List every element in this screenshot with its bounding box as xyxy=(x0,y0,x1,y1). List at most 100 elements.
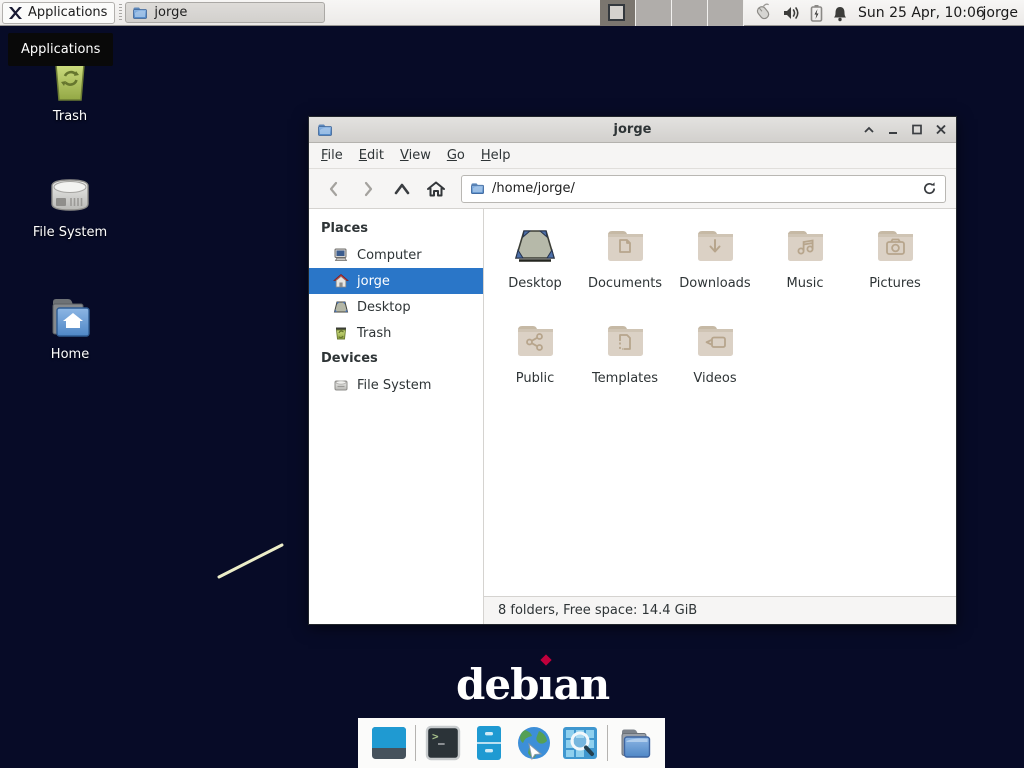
hard-drive-icon xyxy=(333,377,349,393)
applications-tooltip: Applications xyxy=(8,33,113,66)
workspace-window-preview xyxy=(608,4,625,21)
xorg-logo-icon xyxy=(7,5,23,21)
battery-icon[interactable] xyxy=(810,4,823,22)
web-browser-globe-icon xyxy=(515,724,553,762)
menu-help[interactable]: Help xyxy=(473,144,519,167)
workspace-3[interactable] xyxy=(672,0,708,26)
desktop-icon xyxy=(333,299,349,315)
sidebar-header-places: Places xyxy=(309,216,483,242)
templates-folder-icon xyxy=(601,316,649,364)
toolbar: /home/jorge/ xyxy=(309,169,956,209)
taskbar-window-button[interactable]: jorge xyxy=(125,2,325,23)
home-button[interactable] xyxy=(421,174,451,204)
window-titlebar[interactable]: jorge xyxy=(309,117,956,143)
volume-icon[interactable] xyxy=(783,5,801,21)
music-folder-icon xyxy=(781,221,829,269)
maximize-button[interactable] xyxy=(909,122,924,137)
menu-file[interactable]: File xyxy=(313,144,351,167)
folder-item-templates[interactable]: Templates xyxy=(580,316,670,411)
workspace-switcher xyxy=(600,0,744,26)
svg-text:_: _ xyxy=(438,732,445,745)
debian-wordmark: debıan xyxy=(456,660,609,709)
folder-label: Music xyxy=(787,276,824,291)
sidebar-item-label: Computer xyxy=(357,248,422,263)
application-finder-launcher[interactable] xyxy=(561,724,599,762)
file-manager-folder-icon xyxy=(615,724,653,762)
system-tray xyxy=(752,0,848,26)
panel-separator-handle[interactable] xyxy=(117,4,123,22)
window-title: jorge xyxy=(309,122,956,137)
show-desktop-launcher[interactable] xyxy=(370,724,408,762)
menu-view[interactable]: View xyxy=(392,144,439,167)
folder-grid: Desktop Documents xyxy=(484,209,956,596)
mouse-icon[interactable] xyxy=(752,3,774,23)
sidebar-item-trash[interactable]: Trash xyxy=(309,320,483,346)
panel-username[interactable]: jorge xyxy=(983,0,1018,26)
desktop: Applications jorge xyxy=(0,0,1024,768)
up-button[interactable] xyxy=(387,174,417,204)
folder-label: Downloads xyxy=(679,276,750,291)
application-finder-icon xyxy=(561,724,599,762)
sidebar-item-home[interactable]: jorge xyxy=(309,268,483,294)
folder-label: Public xyxy=(516,371,554,386)
dock-separator xyxy=(415,725,416,761)
terminal-launcher[interactable]: > _ xyxy=(424,724,462,762)
close-button[interactable] xyxy=(933,122,948,137)
folder-item-downloads[interactable]: Downloads xyxy=(670,221,760,316)
folder-label: Templates xyxy=(592,371,658,386)
panel-clock[interactable]: Sun 25 Apr, 10:06 xyxy=(858,0,985,26)
folder-item-documents[interactable]: Documents xyxy=(580,221,670,316)
forward-button[interactable] xyxy=(353,174,383,204)
location-bar[interactable]: /home/jorge/ xyxy=(461,175,946,203)
file-cabinet-launcher[interactable] xyxy=(470,724,508,762)
sidebar-item-label: File System xyxy=(357,378,431,393)
notifications-bell-icon[interactable] xyxy=(832,5,848,22)
file-view: Desktop Documents xyxy=(484,209,956,624)
folder-label: Videos xyxy=(693,371,736,386)
applications-menu-button[interactable]: Applications xyxy=(2,2,115,24)
terminal-icon: > _ xyxy=(424,724,462,762)
minimize-button[interactable] xyxy=(885,122,900,137)
folder-item-public[interactable]: Public xyxy=(490,316,580,411)
menubar: File Edit View Go Help xyxy=(309,143,956,169)
sidebar-item-computer[interactable]: Computer xyxy=(309,242,483,268)
shade-button[interactable] xyxy=(861,122,876,137)
sidebar-item-label: jorge xyxy=(357,274,390,289)
status-text: 8 folders, Free space: 14.4 GiB xyxy=(498,603,697,618)
workspace-2[interactable] xyxy=(636,0,672,26)
folder-item-music[interactable]: Music xyxy=(760,221,850,316)
sidebar-header-devices: Devices xyxy=(309,346,483,372)
desktop-icon-label: File System xyxy=(33,225,107,240)
web-browser-launcher[interactable] xyxy=(515,724,553,762)
taskbar-window-label: jorge xyxy=(154,5,187,20)
dock-separator xyxy=(607,725,608,761)
folder-label: Desktop xyxy=(508,276,562,291)
folder-label: Documents xyxy=(588,276,662,291)
computer-icon xyxy=(333,247,349,263)
sidebar-item-desktop[interactable]: Desktop xyxy=(309,294,483,320)
back-button[interactable] xyxy=(319,174,349,204)
home-icon xyxy=(333,273,349,289)
top-panel: Applications jorge xyxy=(0,0,1024,26)
location-path[interactable]: /home/jorge/ xyxy=(492,181,915,196)
applications-menu-label: Applications xyxy=(28,5,107,20)
documents-folder-icon xyxy=(601,221,649,269)
sidebar-item-filesystem[interactable]: File System xyxy=(309,372,483,398)
desktop-icon-filesystem[interactable]: File System xyxy=(22,170,118,240)
desktop-icon-label: Trash xyxy=(53,109,87,124)
workspace-1[interactable] xyxy=(600,0,636,26)
folder-item-pictures[interactable]: Pictures xyxy=(850,221,940,316)
file-cabinet-icon xyxy=(470,724,508,762)
reload-icon[interactable] xyxy=(922,181,937,196)
folder-item-videos[interactable]: Videos xyxy=(670,316,760,411)
sidebar-item-label: Trash xyxy=(357,326,391,341)
desktop-icon-home[interactable]: Home xyxy=(22,292,118,362)
bottom-dock: > _ xyxy=(358,718,665,768)
file-manager-launcher[interactable] xyxy=(615,724,653,762)
menu-edit[interactable]: Edit xyxy=(351,144,392,167)
workspace-4[interactable] xyxy=(708,0,744,26)
pictures-folder-icon xyxy=(871,221,919,269)
folder-item-desktop[interactable]: Desktop xyxy=(490,221,580,316)
menu-go[interactable]: Go xyxy=(439,144,473,167)
hard-drive-icon xyxy=(45,170,95,220)
